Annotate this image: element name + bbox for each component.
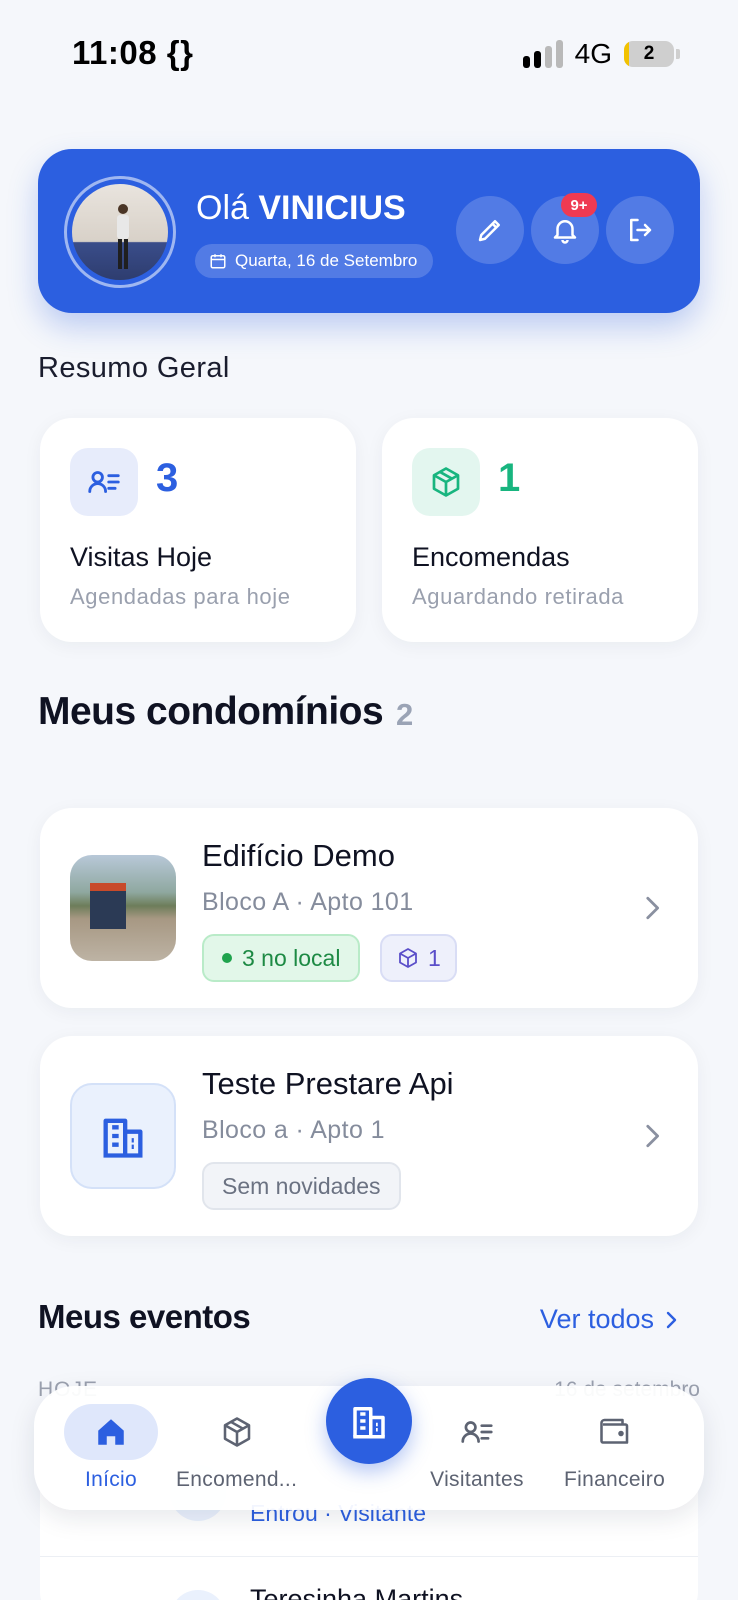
- condo-name: Edifício Demo: [202, 838, 395, 873]
- nav-visitors-label: Visitantes: [430, 1468, 524, 1491]
- greeting: Olá VINICIUS: [196, 189, 406, 228]
- events-title: Meus eventos: [38, 1298, 251, 1335]
- no-news-badge: Sem novidades: [202, 1162, 401, 1210]
- header-card: Olá VINICIUS Quarta, 16 de Setembro 9+: [38, 149, 700, 313]
- wallet-icon: [599, 1418, 628, 1444]
- see-all-link[interactable]: Ver todos: [540, 1304, 678, 1335]
- package-icon: [399, 948, 417, 968]
- battery-nub: [676, 49, 680, 59]
- notifications-button[interactable]: 9+: [531, 193, 599, 264]
- home-icon-wrap: [64, 1404, 158, 1460]
- edit-profile-button[interactable]: [456, 196, 524, 264]
- person-figure: [117, 204, 129, 269]
- condo-photo: [70, 855, 176, 961]
- condos-title: Meus condomínios: [38, 690, 384, 733]
- bottom-nav: Início Encomend... Visitantes Financeiro: [34, 1378, 704, 1510]
- chevron-right-icon: [666, 1311, 677, 1328]
- chevron-right-icon: [646, 896, 659, 920]
- nav-home[interactable]: Início: [64, 1404, 158, 1492]
- packages-badge: 1: [380, 934, 457, 982]
- nav-orders-label: Encomend...: [176, 1468, 298, 1491]
- package-icon-wrap: [412, 448, 480, 516]
- avatar[interactable]: [64, 176, 176, 288]
- status-dot-icon: [222, 953, 232, 963]
- date-chip: Quarta, 16 de Setembro: [195, 244, 434, 278]
- visitors-onsite-badge: 3 no local: [202, 934, 361, 982]
- orders-count: 1: [498, 456, 521, 500]
- signal-icon: [522, 40, 563, 68]
- status-bar: 11:08 {} 4G 2: [0, 0, 738, 100]
- nav-orders[interactable]: Encomend...: [176, 1404, 297, 1492]
- packages-count: 1: [428, 944, 441, 971]
- visits-card[interactable]: 3 Visitas Hoje Agendadas para hoje: [40, 418, 356, 642]
- onsite-label: 3 no local: [242, 944, 341, 971]
- home-icon: [98, 1419, 124, 1445]
- current-date: Quarta, 16 de Setembro: [235, 251, 418, 270]
- battery-level: 2: [643, 43, 655, 64]
- condo-unit: Bloco A · Apto 101: [202, 888, 414, 916]
- condo-unit: Bloco a · Apto 1: [202, 1116, 385, 1144]
- event-divider: [40, 1556, 698, 1557]
- bell-icon: [553, 220, 577, 244]
- status-indicators: 4G 2: [522, 38, 680, 70]
- pencil-icon: [478, 220, 500, 242]
- see-all-label: Ver todos: [539, 1304, 654, 1334]
- condo-card[interactable]: Edifício Demo Bloco A · Apto 101 3 no lo…: [40, 808, 698, 1008]
- event-name: Teresinha Martins: [250, 1584, 464, 1600]
- condos-center-button[interactable]: [326, 1378, 412, 1464]
- visitors-icon: [88, 471, 120, 493]
- nav-visitors[interactable]: Visitantes: [430, 1404, 524, 1492]
- orders-card[interactable]: 1 Encomendas Aguardando retirada: [382, 418, 698, 642]
- nav-finance[interactable]: Financeiro: [564, 1404, 665, 1492]
- greeting-word: Olá: [196, 189, 249, 227]
- wallet-icon-wrap: [568, 1404, 662, 1460]
- package-icon: [223, 1417, 250, 1447]
- user-name: VINICIUS: [258, 189, 406, 227]
- calendar-icon: [210, 254, 226, 269]
- package-icon: [432, 467, 460, 497]
- visits-subtitle: Agendadas para hoje: [70, 584, 291, 609]
- condo-name: Teste Prestare Api: [202, 1066, 454, 1101]
- visitors-icon: [461, 1421, 493, 1443]
- battery-icon: 2: [624, 41, 674, 67]
- status-time: 11:08 {}: [72, 34, 194, 71]
- network-type: 4G: [574, 38, 612, 69]
- chevron-right-icon: [646, 1124, 659, 1148]
- avatar-photo: [72, 184, 168, 280]
- logout-icon: [630, 218, 652, 242]
- visits-count: 3: [156, 456, 179, 500]
- visits-title: Visitas Hoje: [70, 542, 213, 572]
- building-icon: [353, 1407, 385, 1439]
- package-icon-wrap: [190, 1404, 284, 1460]
- visitors-icon-wrap: [70, 448, 138, 516]
- logout-button[interactable]: [606, 196, 674, 264]
- building-icon: [103, 1118, 143, 1158]
- building-thumb: [70, 1083, 176, 1189]
- orders-title: Encomendas: [412, 542, 570, 572]
- nav-home-label: Início: [85, 1468, 137, 1491]
- nav-finance-label: Financeiro: [564, 1468, 666, 1491]
- condo-card[interactable]: Teste Prestare Api Bloco a · Apto 1 Sem …: [40, 1036, 698, 1236]
- visitors-icon-wrap: [430, 1404, 524, 1460]
- summary-title: Resumo Geral: [38, 352, 230, 384]
- condos-count: 2: [396, 697, 414, 732]
- notification-badge: 9+: [561, 193, 597, 217]
- orders-subtitle: Aguardando retirada: [412, 584, 624, 609]
